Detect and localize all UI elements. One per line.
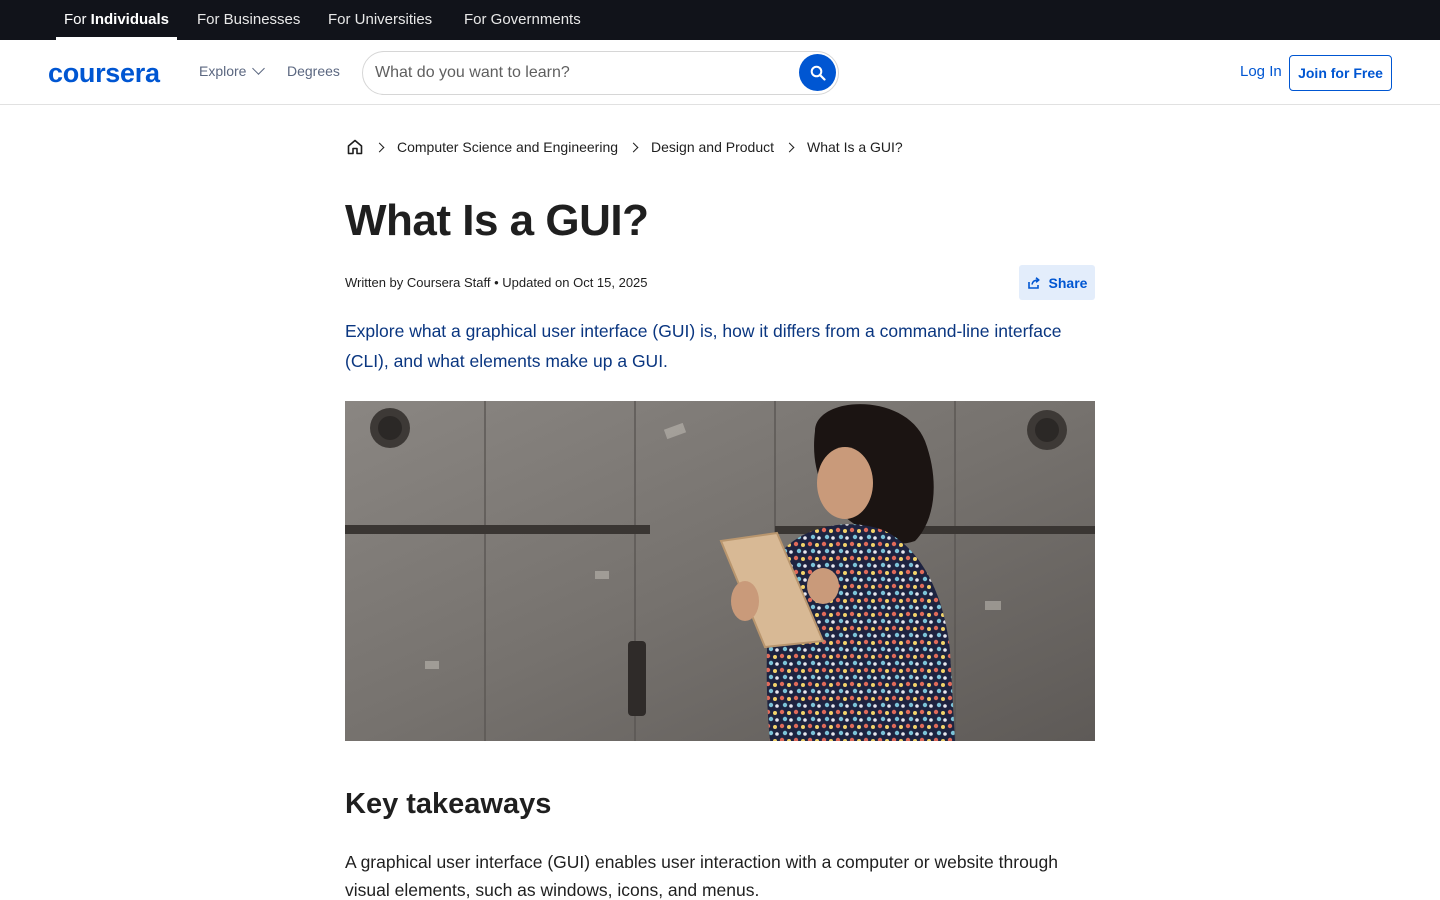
chevron-down-icon bbox=[252, 62, 266, 75]
audience-individuals-label: Individuals bbox=[90, 11, 170, 28]
explore-menu-button[interactable]: Explore bbox=[199, 62, 266, 79]
chevron-right-icon bbox=[784, 142, 795, 152]
login-link[interactable]: Log In bbox=[1240, 63, 1282, 80]
section-heading-key-takeaways: Key takeaways bbox=[345, 788, 552, 820]
search-icon bbox=[810, 65, 826, 81]
audience-businesses-link[interactable]: For Businesses bbox=[197, 0, 300, 40]
search-input[interactable] bbox=[375, 62, 795, 84]
article-summary: Explore what a graphical user interface … bbox=[345, 321, 1062, 371]
home-icon[interactable] bbox=[346, 138, 364, 156]
hero-image bbox=[345, 401, 1095, 741]
search-button[interactable] bbox=[799, 54, 836, 91]
audience-governments-link[interactable]: For Governments bbox=[464, 0, 581, 40]
chevron-right-icon bbox=[374, 142, 385, 152]
site-header: coursera Explore Degrees Log In Join for… bbox=[0, 40, 1440, 105]
audience-universities-link[interactable]: For Universities bbox=[328, 0, 432, 40]
coursera-logo[interactable]: coursera bbox=[48, 58, 160, 89]
share-icon bbox=[1027, 276, 1040, 289]
chevron-right-icon bbox=[628, 142, 639, 152]
degrees-link[interactable]: Degrees bbox=[287, 63, 340, 79]
breadcrumb-item-design-product[interactable]: Design and Product bbox=[651, 139, 774, 155]
join-for-free-button[interactable]: Join for Free bbox=[1289, 55, 1392, 91]
page-title: What Is a GUI? bbox=[345, 196, 649, 245]
audience-prefix: For bbox=[64, 11, 91, 28]
share-label: Share bbox=[1048, 274, 1088, 291]
audience-bar: For Individuals For Businesses For Unive… bbox=[0, 0, 1440, 40]
article-byline: Written by Coursera Staff • Updated on O… bbox=[345, 275, 648, 290]
audience-individuals-link[interactable]: For Individuals bbox=[55, 0, 178, 40]
key-takeaways-paragraph: A graphical user interface (GUI) enables… bbox=[345, 852, 1058, 900]
breadcrumb-item-computer-science[interactable]: Computer Science and Engineering bbox=[397, 139, 618, 155]
share-button[interactable]: Share bbox=[1019, 265, 1095, 300]
search-box bbox=[362, 51, 839, 95]
breadcrumb: Computer Science and Engineering Design … bbox=[345, 136, 903, 158]
explore-label: Explore bbox=[199, 63, 247, 79]
breadcrumb-item-current: What Is a GUI? bbox=[807, 139, 903, 155]
